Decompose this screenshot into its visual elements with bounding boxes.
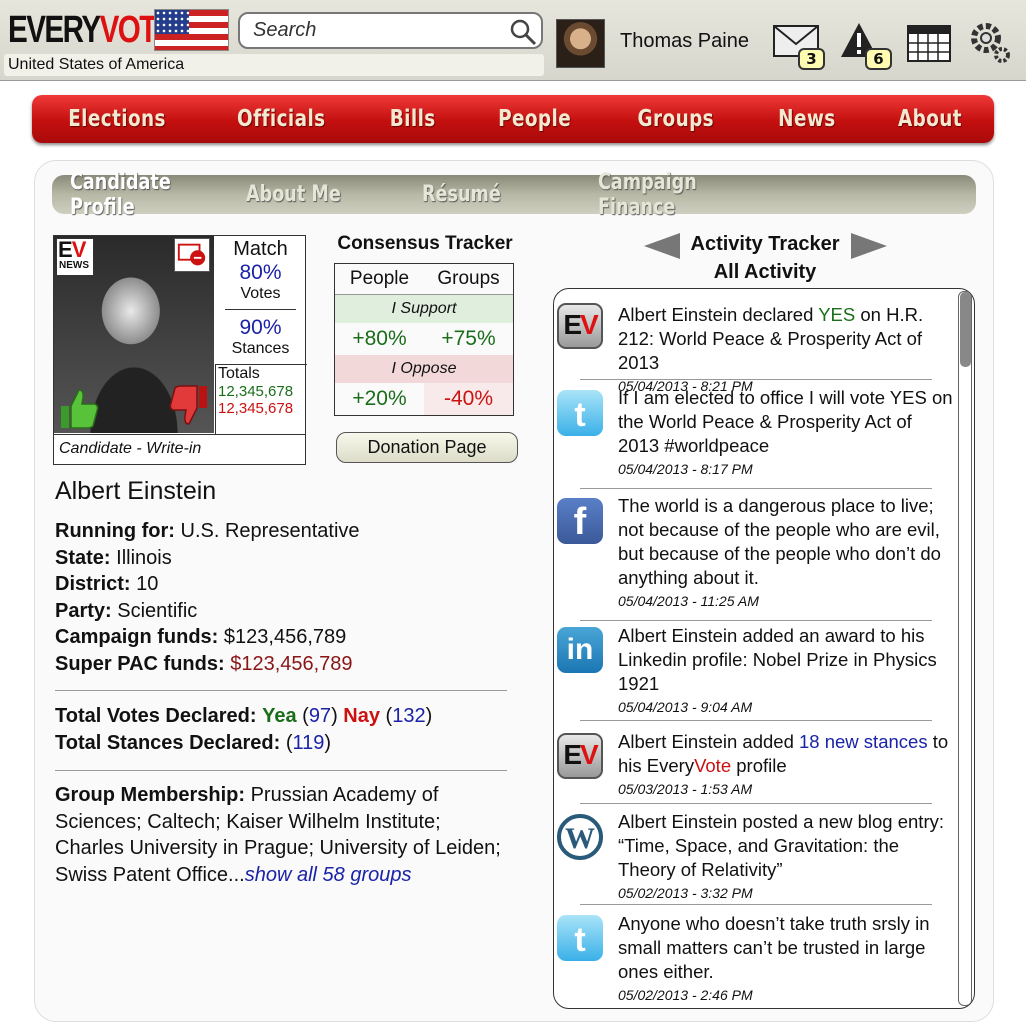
activity-title: Activity Tracker	[690, 233, 840, 255]
activity-tracker-header: Activity Tracker All Activity	[640, 230, 890, 286]
district: 10	[136, 573, 159, 595]
stances-match-pct: 90%	[239, 316, 282, 339]
alerts-badge: 6	[865, 48, 892, 70]
nav-groups[interactable]: Groups	[637, 106, 713, 132]
country-label: United States of America	[4, 54, 544, 76]
consensus-tracker: Consensus Tracker People Groups I Support…	[334, 233, 516, 416]
activity-feed[interactable]: EV Albert Einstein declared YES on H.R. …	[553, 288, 975, 1009]
everyvote-icon: EV	[557, 733, 603, 779]
totals-up: 12,345,678	[218, 383, 294, 400]
scrollbar[interactable]	[958, 291, 972, 1006]
candidate-name: Albert Einstein	[55, 477, 217, 505]
tab-candidate-profile[interactable]: Candidate Profile	[70, 170, 225, 220]
nav-elections[interactable]: Elections	[68, 106, 166, 132]
nav-about[interactable]: About	[898, 106, 962, 132]
oppose-groups: -40%	[424, 383, 513, 415]
twitter-icon: t	[557, 915, 603, 961]
match-box: Match 80% Votes 90% Stances	[215, 236, 306, 358]
divider	[55, 770, 507, 771]
show-all-groups-link[interactable]: show all 58 groups	[245, 864, 412, 886]
stances-match-label: Stances	[231, 340, 290, 357]
super-pac-funds: $123,456,789	[230, 652, 353, 675]
everyvote-icon: EV	[557, 303, 603, 349]
facebook-icon: f	[557, 498, 603, 544]
messages-badge: 3	[798, 48, 825, 70]
votes-match-pct: 80%	[239, 261, 282, 284]
totals-down: 12,345,678	[218, 400, 294, 417]
user-name[interactable]: Thomas Paine	[620, 30, 749, 53]
svg-text:t: t	[574, 921, 585, 959]
top-bar: EVERYVOTE United States of America Searc…	[0, 0, 1026, 81]
support-groups: +75%	[441, 327, 496, 350]
calendar-icon[interactable]	[906, 21, 952, 63]
tab-resume[interactable]: Résumé	[422, 182, 577, 207]
contact-icon[interactable]	[174, 238, 210, 272]
us-flag-icon	[154, 9, 229, 51]
oppose-label: I Oppose	[335, 355, 513, 383]
campaign-funds: $123,456,789	[223, 626, 347, 648]
col-groups: Groups	[437, 268, 500, 289]
match-title: Match	[233, 238, 288, 260]
nav-officials[interactable]: Officials	[237, 106, 325, 132]
totals-label: Totals	[218, 365, 260, 382]
votes-match-label: Votes	[240, 285, 281, 302]
activity-filter[interactable]: All Activity	[640, 258, 890, 286]
scrollbar-thumb[interactable]	[960, 292, 971, 367]
linkedin-icon: in	[557, 627, 603, 673]
state: Illinois	[116, 546, 172, 569]
col-people: People	[349, 268, 410, 289]
divider	[55, 690, 507, 691]
support-label: I Support	[335, 295, 513, 323]
running-for: U.S. Representative	[180, 520, 360, 542]
declarations: Total Votes Declared: Yea (97) Nay (132)…	[55, 705, 433, 754]
tab-campaign-finance[interactable]: Campaign Finance	[598, 170, 753, 220]
everyvote-logo[interactable]: EVERYVOTE	[8, 8, 176, 52]
ev-news-icon[interactable]: EV NEWS	[56, 238, 94, 276]
candidate-details: Running for: U.S. Representative State: …	[55, 520, 360, 675]
nav-bills[interactable]: Bills	[389, 106, 435, 132]
nay-count[interactable]: 132	[392, 705, 425, 727]
donation-page-button[interactable]: Donation Page	[336, 432, 518, 463]
avatar[interactable]	[556, 19, 605, 68]
consensus-table: People Groups I Support +80% +75% I Oppose…	[334, 263, 514, 416]
party: Scientific	[117, 599, 198, 622]
candidate-photo: EV NEWS	[54, 236, 214, 433]
nav-news[interactable]: News	[778, 106, 835, 132]
svg-text:W: W	[565, 822, 595, 855]
totals-box: Totals 12,345,678 12,345,678	[215, 364, 307, 434]
candidate-type: Candidate - Write-in	[54, 434, 306, 463]
profile-tabs: Candidate Profile About Me Résumé Campai…	[52, 170, 976, 220]
candidate-card: EV NEWS Match 80% Votes 90% Stances Total…	[53, 235, 307, 465]
svg-text:t: t	[574, 396, 585, 434]
oppose-people: +20%	[352, 387, 407, 410]
stances-count[interactable]: 119	[292, 732, 324, 754]
nav-people[interactable]: People	[498, 106, 571, 132]
thumbs-down-icon[interactable]	[169, 384, 211, 428]
stances-link[interactable]: 18 new stances	[799, 731, 928, 752]
yea-count[interactable]: 97	[309, 705, 331, 727]
thumbs-up-icon[interactable]	[57, 386, 101, 430]
tab-about-me[interactable]: About Me	[246, 182, 401, 207]
consensus-title: Consensus Tracker	[337, 233, 513, 254]
twitter-icon: t	[557, 390, 603, 436]
search-icon[interactable]	[509, 18, 537, 46]
search-input[interactable]: Search	[238, 12, 543, 49]
main-nav: Elections Officials Bills People Groups …	[32, 95, 994, 143]
wordpress-icon: W	[557, 814, 603, 860]
settings-gear-icon[interactable]	[968, 18, 1012, 64]
group-membership: Group Membership: Prussian Academy of Sc…	[55, 784, 501, 886]
support-people: +80%	[352, 327, 407, 350]
